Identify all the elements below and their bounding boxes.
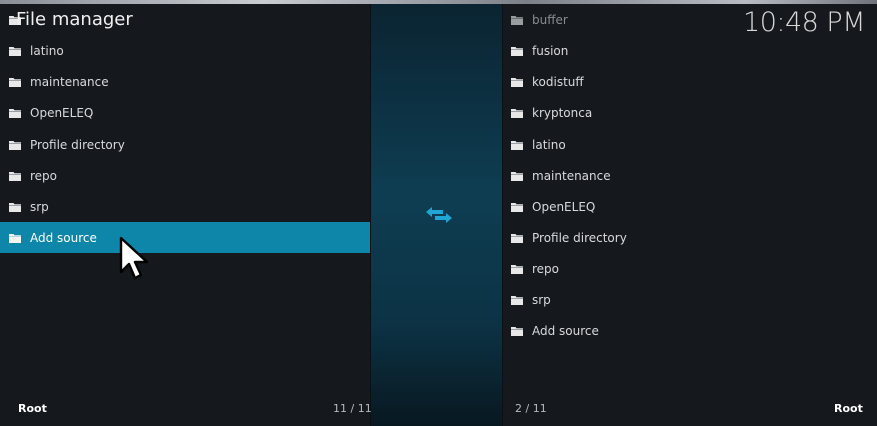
folder-icon — [511, 264, 523, 274]
list-item-label: repo — [30, 168, 58, 183]
list-item-label: srp — [30, 199, 49, 214]
mouse-pointer-icon — [118, 236, 152, 288]
list-item[interactable]: Profile directory — [0, 129, 370, 160]
list-item-label: kryptonca — [532, 105, 593, 120]
list-item-label: kodistuff — [532, 74, 584, 89]
list-item-label: maintenance — [30, 74, 109, 89]
list-item[interactable]: Profile directory — [503, 222, 877, 253]
folder-icon — [511, 171, 523, 181]
list-item[interactable]: maintenance — [503, 160, 877, 191]
list-item-selected[interactable]: Add source — [0, 222, 370, 253]
list-item[interactable]: maintenance — [0, 66, 370, 97]
list-item-label: repo — [532, 261, 560, 276]
list-item-label: latino — [532, 137, 566, 152]
list-item[interactable]: srp — [0, 191, 370, 222]
list-item[interactable]: kodistuff — [503, 66, 877, 97]
list-item[interactable]: OpenELEQ — [0, 97, 370, 128]
right-footer-path: Root — [834, 402, 863, 415]
list-item-label: OpenELEQ — [30, 105, 94, 120]
folder-icon — [511, 140, 523, 150]
list-item[interactable]: repo — [0, 160, 370, 191]
folder-icon — [511, 108, 523, 118]
list-item[interactable]: Add source — [503, 315, 877, 346]
list-item-label: Profile directory — [532, 230, 627, 245]
list-item[interactable]: latino — [0, 35, 370, 66]
folder-icon — [9, 140, 21, 150]
left-footer-path: Root — [18, 402, 47, 415]
list-item-label: Add source — [30, 230, 97, 245]
window-title: File manager — [16, 9, 133, 30]
folder-icon — [511, 326, 523, 336]
list-item[interactable]: srp — [503, 284, 877, 315]
divider — [370, 4, 371, 426]
clock: 10:48 PM — [743, 7, 865, 38]
folder-icon — [9, 108, 21, 118]
list-item[interactable]: OpenELEQ — [503, 191, 877, 222]
list-item[interactable]: repo — [503, 253, 877, 284]
right-footer-count: 2 / 11 — [515, 402, 547, 415]
swap-arrows-icon[interactable] — [423, 205, 455, 225]
list-item[interactable]: latino — [503, 129, 877, 160]
list-item-label: Add source — [532, 323, 599, 338]
folder-icon — [511, 233, 523, 243]
list-item[interactable]: kryptonca — [503, 97, 877, 128]
folder-icon — [9, 202, 21, 212]
folder-icon — [511, 77, 523, 87]
list-item-label: maintenance — [532, 168, 611, 183]
folder-icon — [9, 171, 21, 181]
list-item-label: srp — [532, 292, 551, 307]
list-item-label: fusion — [532, 43, 569, 58]
folder-icon — [511, 295, 523, 305]
list-item-label: buffer — [532, 12, 568, 27]
folder-icon — [9, 46, 21, 56]
list-item-label: OpenELEQ — [532, 199, 596, 214]
left-footer-count: 11 / 11 — [333, 402, 372, 415]
folder-icon — [511, 202, 523, 212]
folder-icon — [511, 46, 523, 56]
folder-icon — [511, 15, 523, 25]
list-item-label: latino — [30, 43, 64, 58]
folder-icon — [9, 233, 21, 243]
list-item[interactable]: fusion — [503, 35, 877, 66]
folder-icon — [9, 77, 21, 87]
list-item-label: Profile directory — [30, 137, 125, 152]
